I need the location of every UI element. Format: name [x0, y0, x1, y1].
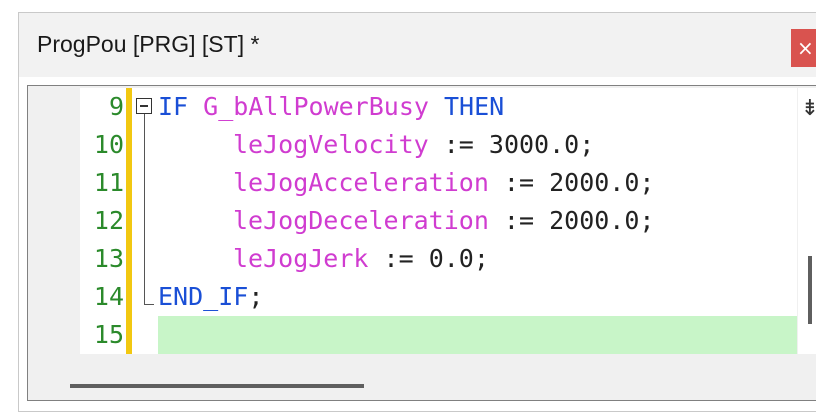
- code-text: leJogAcceleration := 2000.0;: [233, 164, 654, 202]
- code-token: :=: [488, 168, 550, 197]
- code-token: 0.0;: [428, 244, 489, 273]
- code-text: IF G_bAllPowerBusy THEN: [158, 88, 504, 126]
- fold-guide-line: [144, 114, 145, 304]
- collapse-fold-icon[interactable]: [136, 98, 152, 114]
- vertical-scrollbar[interactable]: ⇟: [798, 88, 816, 354]
- line-number: 12: [93, 206, 124, 235]
- keyword-token: END_IF: [158, 282, 249, 311]
- variable-token: leJogDeceleration: [233, 206, 489, 235]
- code-text: leJogVelocity := 3000.0;: [233, 126, 594, 164]
- code-token: ;: [248, 282, 264, 311]
- line-number: 14: [93, 282, 124, 311]
- horizontal-scroll-thumb[interactable]: [70, 384, 364, 388]
- horizontal-scrollbar[interactable]: [30, 358, 797, 398]
- code-text: END_IF;: [158, 278, 263, 316]
- fold-guide-end: [144, 304, 154, 305]
- code-token: :=: [368, 244, 429, 273]
- variable-token: leJogVelocity: [233, 130, 429, 159]
- vertical-scroll-thumb[interactable]: [808, 256, 812, 324]
- keyword-token: IF: [158, 92, 204, 121]
- code-text: leJogJerk := 0.0;: [233, 240, 489, 278]
- line-number: 11: [93, 168, 124, 197]
- title-bar[interactable]: ProgPou [PRG] [ST] * ×: [19, 13, 816, 77]
- line-number: 10: [93, 130, 124, 159]
- split-view-icon[interactable]: ⇟: [798, 96, 816, 122]
- editor-frame: 9 IF G_bAllPowerBusy THEN 10 leJogVelocity …: [27, 85, 816, 401]
- code-token: 3000.0;: [488, 130, 595, 159]
- variable-token: G_bAllPowerBusy: [203, 92, 429, 121]
- variable-token: leJogAcceleration: [233, 168, 489, 197]
- code-token: :=: [428, 130, 489, 159]
- code-token: 2000.0;: [549, 206, 655, 235]
- line-number: 15: [93, 320, 124, 349]
- keyword-token: THEN: [428, 92, 505, 121]
- code-token: 2000.0;: [549, 168, 655, 197]
- close-button[interactable]: ×: [791, 29, 816, 67]
- editor-window: ProgPou [PRG] [ST] * × 9 IF G_bAllPowerBu…: [18, 12, 816, 412]
- line-number: 13: [93, 244, 124, 273]
- code-token: :=: [488, 206, 550, 235]
- current-line[interactable]: 15: [30, 316, 797, 354]
- window-title: ProgPou [PRG] [ST] *: [37, 31, 260, 57]
- code-line[interactable]: 11 leJogAcceleration := 2000.0;: [30, 164, 797, 202]
- code-editor[interactable]: 9 IF G_bAllPowerBusy THEN 10 leJogVelocity …: [30, 88, 797, 354]
- line-number: 9: [108, 92, 124, 121]
- code-line[interactable]: 9 IF G_bAllPowerBusy THEN: [30, 88, 797, 126]
- code-text: leJogDeceleration := 2000.0;: [233, 202, 654, 240]
- code-line[interactable]: 10 leJogVelocity := 3000.0;: [30, 126, 797, 164]
- code-line[interactable]: 14 END_IF;: [30, 278, 797, 316]
- code-line[interactable]: 13 leJogJerk := 0.0;: [30, 240, 797, 278]
- current-line-highlight: [158, 316, 797, 354]
- variable-token: leJogJerk: [233, 244, 369, 273]
- code-line[interactable]: 12 leJogDeceleration := 2000.0;: [30, 202, 797, 240]
